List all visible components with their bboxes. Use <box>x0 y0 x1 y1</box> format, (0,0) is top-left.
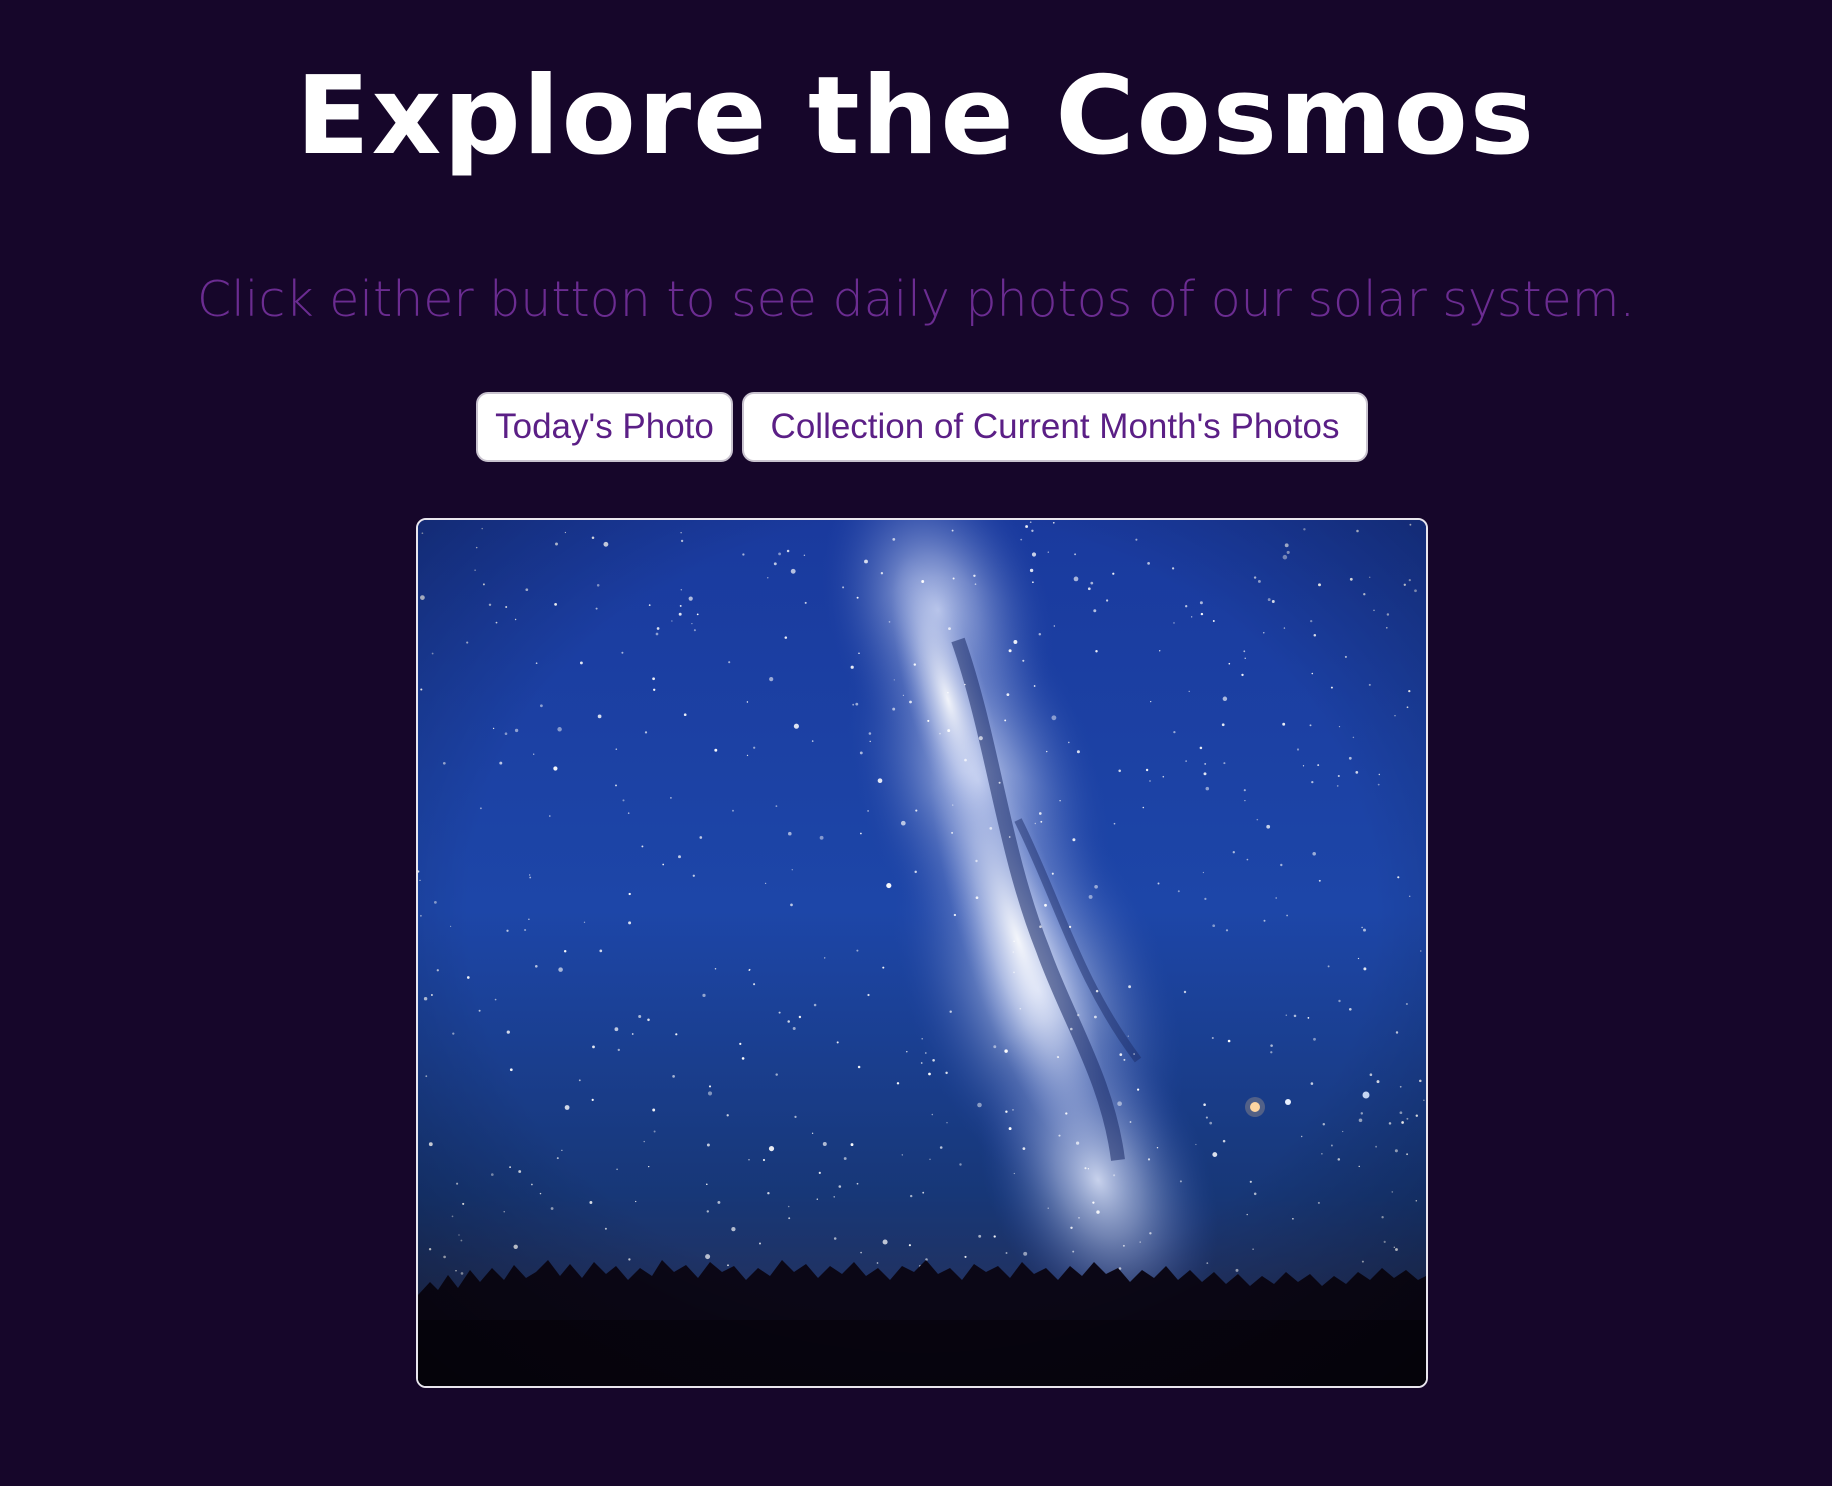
milky-way-image <box>418 520 1426 1386</box>
page-subtitle: Click either button to see daily photos … <box>196 271 1636 328</box>
button-row: Today's Photo Collection of Current Mont… <box>0 392 1832 464</box>
todays-photo-button[interactable]: Today's Photo <box>476 392 733 462</box>
page-title: Explore the Cosmos <box>295 54 1537 179</box>
cosmos-photo <box>416 518 1428 1388</box>
current-month-photos-button[interactable]: Collection of Current Month's Photos <box>742 392 1368 462</box>
